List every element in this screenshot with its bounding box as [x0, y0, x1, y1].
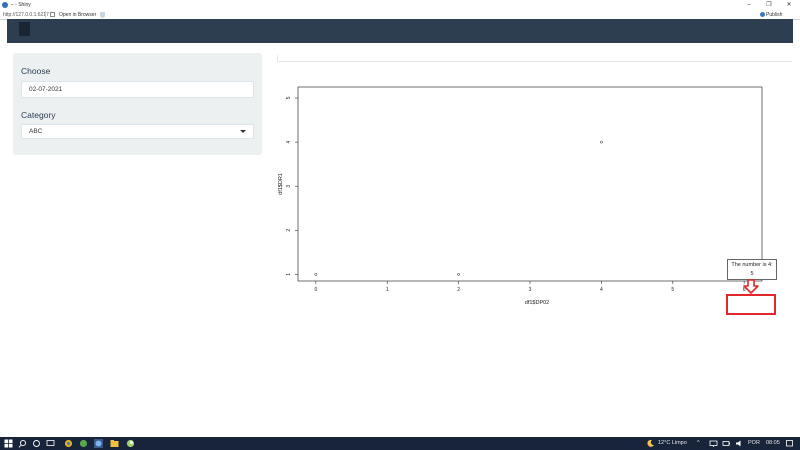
tab-divider — [277, 61, 792, 62]
scatter-plot[interactable]: 0123456 123456 df1$DP02 df1$DR1 — [278, 80, 793, 320]
chevron-down-icon — [240, 130, 246, 133]
url-text[interactable]: http://127.0.0.1:6217 — [3, 12, 49, 18]
data-points — [314, 140, 603, 276]
red-arrow-icon — [743, 279, 759, 294]
minimize-icon[interactable]: – — [742, 1, 756, 9]
clock[interactable]: 08:05 — [766, 440, 780, 446]
sidebar-panel: Choose 02-07-2021 Category ABC — [13, 53, 262, 155]
taskbar: 12°C Limpo ^ POR 08:05 — [0, 437, 800, 450]
x-axis: 0123456 — [314, 281, 746, 293]
language-indicator[interactable]: POR — [748, 440, 760, 446]
tooltip-title: The number is 4: — [731, 262, 773, 268]
y-axis: 123456 — [286, 96, 298, 276]
shiny-app-icon[interactable] — [94, 439, 103, 448]
choose-label: Choose — [21, 66, 51, 76]
app-icon — [2, 2, 8, 8]
window-titlebar: – - Shiny – ❐ ✕ — [0, 0, 800, 10]
y-axis-label: df1$DR1 — [278, 173, 284, 195]
annotation-box — [726, 294, 776, 315]
desktop-icon[interactable] — [46, 439, 55, 448]
publish-button[interactable]: Publish — [766, 12, 782, 18]
notification-icon[interactable] — [785, 439, 794, 448]
y-tick-label: 4 — [286, 141, 292, 144]
restore-icon[interactable]: ❐ — [762, 1, 776, 9]
plot-frame — [297, 86, 763, 282]
x-tick-label: 2 — [457, 287, 460, 293]
window-title: – - Shiny — [11, 2, 31, 8]
toolbar-divider — [45, 11, 46, 18]
y-tick-label: 5 — [286, 96, 292, 99]
app-navbar — [7, 19, 793, 43]
open-in-browser-button[interactable]: Open in Browser — [59, 12, 96, 18]
task-view-icon[interactable] — [32, 439, 41, 448]
moon-weather-icon[interactable] — [646, 439, 655, 448]
network-icon[interactable] — [709, 439, 718, 448]
close-icon[interactable]: ✕ — [782, 1, 796, 9]
search-icon[interactable] — [18, 439, 27, 448]
date-input[interactable]: 02-07-2021 — [21, 81, 254, 98]
y-tick-label: 2 — [286, 229, 292, 232]
y-tick-label: 3 — [286, 185, 292, 188]
date-input-value: 02-07-2021 — [29, 86, 63, 93]
battery-icon[interactable] — [722, 439, 731, 448]
data-point-0[interactable] — [314, 273, 318, 276]
x-tick-label: 3 — [529, 287, 532, 293]
x-tick-label: 1 — [386, 287, 389, 293]
category-label: Category — [21, 110, 56, 120]
open-in-browser-icon[interactable] — [50, 12, 55, 17]
data-point-2[interactable] — [600, 140, 603, 144]
x-axis-label: df1$DP02 — [525, 300, 549, 306]
hover-tooltip: The number is 4: 5 — [727, 259, 777, 280]
category-select-value: ABC — [29, 128, 43, 135]
category-select[interactable]: ABC — [21, 124, 254, 139]
chevron-up-icon[interactable]: ^ — [697, 440, 700, 446]
rstudio-icon[interactable] — [79, 439, 88, 448]
x-tick-label: 4 — [600, 287, 603, 293]
volume-icon[interactable] — [735, 439, 744, 448]
x-tick-label: 0 — [314, 287, 317, 293]
weather-text[interactable]: 12°C Limpo — [658, 440, 687, 446]
tooltip-value: 5 — [750, 271, 754, 277]
publish-icon[interactable] — [760, 12, 765, 17]
data-point-1[interactable] — [457, 273, 460, 276]
windows-start-icon[interactable] — [4, 439, 13, 448]
chrome-icon[interactable] — [64, 439, 73, 448]
folder-icon[interactable] — [110, 439, 119, 448]
weather-app-icon[interactable] — [126, 439, 135, 448]
navbar-brand[interactable] — [19, 22, 30, 36]
y-tick-label: 1 — [286, 273, 292, 276]
shield-icon[interactable] — [100, 11, 105, 18]
x-tick-label: 5 — [671, 287, 674, 293]
